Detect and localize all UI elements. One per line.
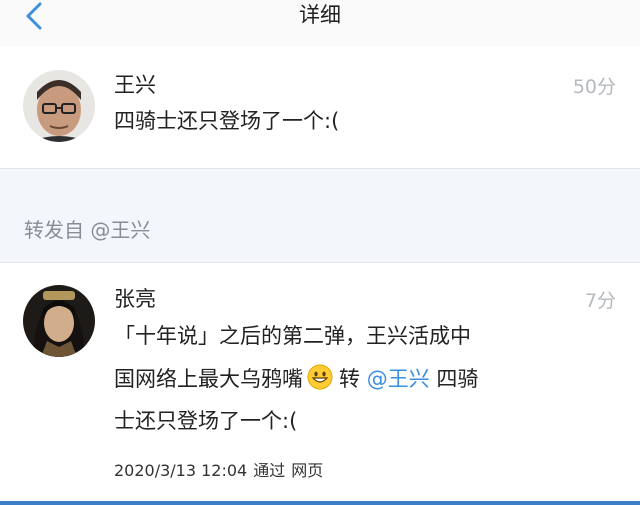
forward-source-label[interactable]: 转发自 @王兴 [24, 216, 150, 244]
post-text-line-2: 国网络上最大乌鸦嘴 转 @王兴 四骑 [114, 362, 478, 396]
post-meta: 2020/3/13 12:04 通过 网页 [114, 459, 329, 483]
repost-word: 转 [339, 367, 367, 391]
timestamp: 7分 [584, 290, 616, 312]
bottom-bar [0, 501, 640, 505]
username[interactable]: 张亮 [114, 285, 156, 313]
username[interactable]: 王兴 [114, 71, 156, 99]
post-source: 网页 [291, 461, 324, 480]
post-card[interactable]: 张亮 7分 「十年说」之后的第二弹，王兴活成中 国网络上最大乌鸦嘴 转 @王兴 四… [0, 262, 640, 502]
nav-bar: 详细 [0, 0, 640, 47]
page-title: 详细 [299, 3, 341, 27]
comment-card[interactable]: 王兴 50分 四骑士还只登场了一个:( [0, 46, 640, 169]
avatar[interactable] [23, 285, 95, 357]
mention-link[interactable]: @王兴 [367, 367, 430, 391]
post-text-line-1: 「十年说」之后的第二弹，王兴活成中 [114, 324, 471, 348]
post-text-segment: 四骑 [429, 367, 479, 391]
user-avatar-image [23, 285, 95, 357]
avatar[interactable] [23, 70, 95, 142]
grinning-face-icon [307, 364, 333, 390]
timestamp: 50分 [572, 76, 616, 98]
post-date: 2020/3/13 12:04 [114, 461, 248, 480]
post-text-segment: 国网络上最大乌鸦嘴 [114, 367, 303, 391]
comment-text: 四骑士还只登场了一个:( [114, 109, 340, 133]
user-avatar-image [23, 70, 95, 142]
via-label: 通过 [253, 461, 286, 480]
post-text-line-3: 士还只登场了一个:( [114, 409, 298, 433]
